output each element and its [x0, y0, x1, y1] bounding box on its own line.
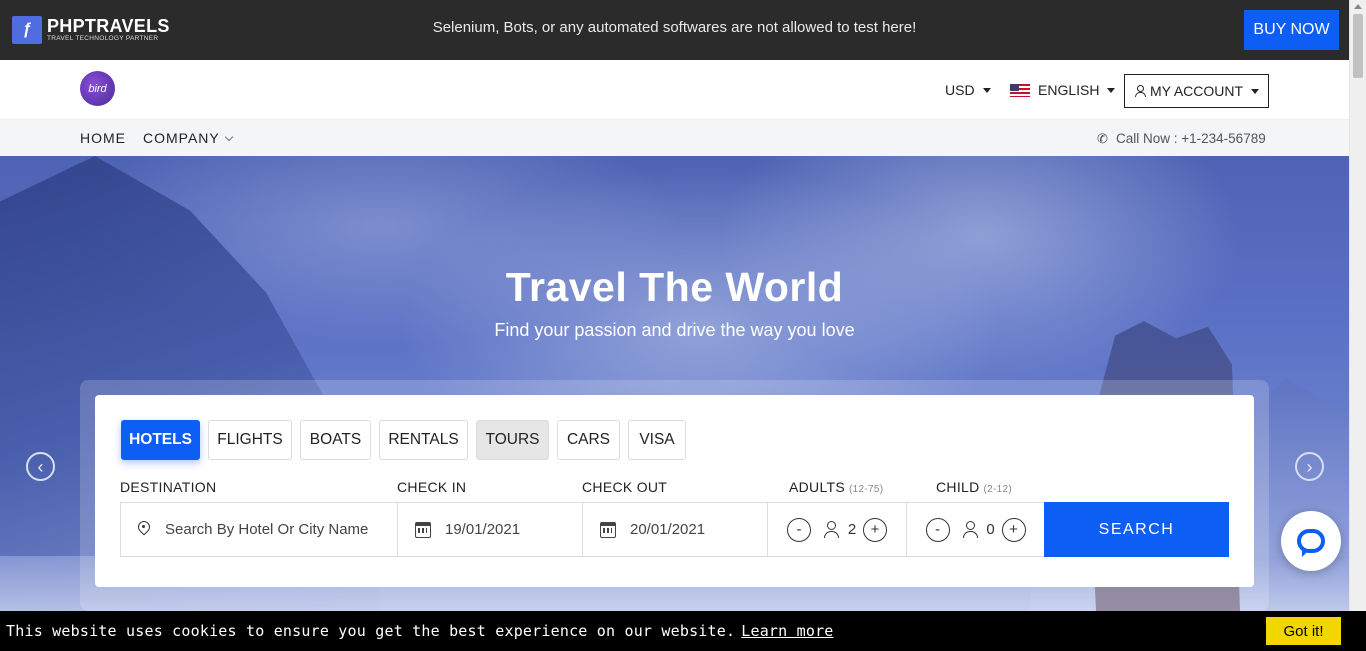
child-stepper: - 0 +: [906, 502, 1045, 557]
language-label: ENGLISH: [1038, 82, 1100, 98]
map-pin-icon: [137, 521, 151, 539]
child-increment-button[interactable]: +: [1001, 517, 1026, 542]
currency-dropdown[interactable]: USD: [945, 82, 991, 98]
site-header: bird USD ENGLISH MY ACCOUNT: [0, 60, 1349, 120]
chevron-right-icon[interactable]: ›: [1295, 452, 1324, 481]
calendar-icon: [600, 521, 616, 538]
search-tabs: HOTELS FLIGHTS BOATS RENTALS TOURS CARS …: [121, 420, 694, 460]
check-out-label: CHECK OUT: [582, 479, 668, 495]
live-chat-button[interactable]: [1281, 511, 1341, 571]
nav-item-company[interactable]: COMPANY: [143, 130, 233, 146]
person-icon: [823, 520, 839, 539]
check-in-label: CHECK IN: [397, 479, 467, 495]
phone-icon: ✆: [1097, 131, 1108, 146]
chevron-down-icon: [224, 132, 233, 141]
chat-bubble-icon: [1297, 529, 1325, 557]
scrollbar-thumb[interactable]: [1353, 14, 1363, 78]
calendar-icon: [415, 521, 431, 538]
child-value: 0: [986, 521, 995, 538]
chevron-left-icon[interactable]: ‹: [26, 452, 55, 481]
adults-decrement-button[interactable]: -: [787, 517, 811, 542]
nav-item-home[interactable]: HOME: [80, 130, 126, 146]
page-scrollbar[interactable]: [1349, 0, 1366, 611]
hero-title: Travel The World: [505, 264, 844, 310]
got-it-button[interactable]: Got it!: [1266, 617, 1341, 645]
search-button[interactable]: SEARCH: [1044, 502, 1229, 557]
caret-down-icon: [982, 87, 991, 93]
cookie-message: This website uses cookies to ensure you …: [6, 622, 834, 640]
person-icon: [962, 520, 978, 539]
account-label: MY ACCOUNT: [1149, 83, 1244, 99]
child-range: (2-12): [983, 484, 1012, 495]
caret-down-icon: [1107, 87, 1116, 93]
tab-cars[interactable]: CARS: [557, 420, 620, 460]
search-panel: HOTELS FLIGHTS BOATS RENTALS TOURS CARS …: [95, 395, 1254, 587]
check-out-value: 20/01/2021: [630, 521, 706, 538]
brand-tagline: TRAVEL TECHNOLOGY PARTNER: [47, 35, 159, 43]
hero-subtitle: Find your passion and drive the way you …: [494, 320, 855, 340]
check-in-field[interactable]: 19/01/2021: [397, 502, 583, 557]
cookie-message-text: This website uses cookies to ensure you …: [6, 622, 736, 640]
learn-more-link[interactable]: Learn more: [741, 622, 833, 640]
nav-item-label: COMPANY: [143, 130, 220, 146]
destination-field[interactable]: Search By Hotel Or City Name: [120, 502, 398, 557]
adults-stepper: - 2 +: [767, 502, 907, 557]
adults-range: (12-75): [849, 484, 884, 495]
adults-label: ADULTS (12-75): [789, 479, 883, 495]
site-logo[interactable]: bird: [80, 71, 115, 106]
tab-boats[interactable]: BOATS: [300, 420, 371, 460]
cookie-banner: This website uses cookies to ensure you …: [0, 611, 1366, 651]
my-account-button[interactable]: MY ACCOUNT: [1124, 74, 1269, 108]
destination-placeholder: Search By Hotel Or City Name: [165, 521, 369, 538]
child-label: CHILD (2-12): [936, 479, 1012, 495]
check-out-field[interactable]: 20/01/2021: [582, 502, 768, 557]
check-in-value: 19/01/2021: [445, 521, 521, 538]
user-icon: [1134, 85, 1146, 97]
buy-now-button[interactable]: BUY NOW: [1244, 10, 1339, 50]
bot-warning-message: Selenium, Bots, or any automated softwar…: [432, 19, 917, 36]
destination-label: DESTINATION: [120, 479, 217, 495]
tab-flights[interactable]: FLIGHTS: [208, 420, 292, 460]
tab-visa[interactable]: VISA: [628, 420, 686, 460]
search-fields: Search By Hotel Or City Name 19/01/2021 …: [120, 502, 1045, 557]
adults-value: 2: [847, 521, 857, 538]
call-now-label: Call Now : +1-234-56789: [1116, 131, 1266, 146]
us-flag-icon: [1010, 83, 1030, 97]
adults-label-text: ADULTS: [789, 479, 845, 495]
call-now[interactable]: ✆ Call Now : +1-234-56789: [1097, 131, 1266, 146]
child-decrement-button[interactable]: -: [925, 517, 950, 542]
tab-hotels[interactable]: HOTELS: [121, 420, 200, 460]
currency-label: USD: [945, 82, 975, 98]
tab-tours[interactable]: TOURS: [476, 420, 549, 460]
scroll-up-arrow-icon[interactable]: [1354, 4, 1362, 9]
caret-down-icon: [1251, 88, 1260, 94]
top-banner: ƒ PHPTRAVELS TRAVEL TECHNOLOGY PARTNER S…: [0, 0, 1349, 60]
main-nav: HOME COMPANY ✆ Call Now : +1-234-56789: [0, 120, 1349, 156]
adults-increment-button[interactable]: +: [863, 517, 887, 542]
language-dropdown[interactable]: ENGLISH: [1010, 82, 1116, 98]
tab-rentals[interactable]: RENTALS: [379, 420, 468, 460]
child-label-text: CHILD: [936, 479, 980, 495]
